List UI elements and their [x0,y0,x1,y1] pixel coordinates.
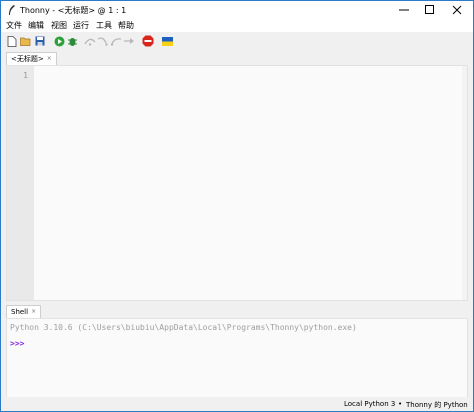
step-into-icon [97,37,108,46]
run-icon [54,36,64,46]
stop-icon [142,35,154,47]
new-file-icon [7,35,17,47]
status-bullet: • [398,400,403,408]
ukraine-flag-button[interactable] [161,35,173,47]
editor-tab[interactable]: <无标题> × [6,52,57,65]
shell-tab[interactable]: Shell × [6,305,42,318]
interpreter-status[interactable]: Local Python 3 [344,400,395,408]
open-file-button[interactable] [20,35,32,47]
shell-banner: Python 3.10.6 (C:\Users\biubiu\AppData\L… [10,323,357,332]
thonny-window: Thonny - <无标题> @ 1 : 1 文件 编辑 视图 运行 工具 帮助 [1,1,473,411]
shell-prompt: >>> [10,339,25,348]
toolbar [1,32,473,50]
save-icon [35,36,45,46]
line-number-gutter: 1 [7,66,34,300]
shell-tab-label: Shell [11,308,29,316]
shell-console[interactable]: Python 3.10.6 (C:\Users\biubiu\AppData\L… [6,318,468,398]
new-file-button[interactable] [6,35,18,47]
resume-button[interactable] [123,35,135,47]
code-editor[interactable]: 1 [6,65,468,301]
menu-help[interactable]: 帮助 [118,20,134,31]
thonny-feather-icon [9,5,15,15]
editor-tab-bar: <无标题> × [1,50,473,65]
maximize-button[interactable] [417,1,443,19]
line-number: 1 [23,71,28,80]
stop-button[interactable] [142,35,154,47]
menu-bar: 文件 编辑 视图 运行 工具 帮助 [1,19,473,32]
debug-icon [67,37,77,46]
close-icon [452,5,462,15]
window-title: Thonny - <无标题> @ 1 : 1 [20,6,127,15]
menu-run[interactable]: 运行 [73,20,89,31]
status-bar: Local Python 3 • Thonny 的 Python [1,397,473,411]
resume-icon [124,38,134,44]
ukraine-flag-icon [161,36,173,46]
step-out-icon [110,38,122,46]
step-over-icon [84,38,96,46]
step-into-button[interactable] [97,35,109,47]
title-bar[interactable]: Thonny - <无标题> @ 1 : 1 [1,1,473,19]
python-variant-status[interactable]: Thonny 的 Python [406,400,468,410]
save-button[interactable] [34,35,46,47]
editor-tab-label: <无标题> [11,55,44,63]
editor-scrollbar[interactable] [462,66,467,300]
open-file-icon [20,37,31,46]
menu-edit[interactable]: 编辑 [28,20,44,31]
shell-tab-bar: Shell × [1,303,473,318]
run-button[interactable] [53,35,65,47]
close-button[interactable] [444,1,470,19]
editor-tab-close-icon[interactable]: × [47,53,52,65]
debug-button[interactable] [66,35,78,47]
step-over-button[interactable] [84,35,96,47]
minimize-icon [399,9,409,11]
maximize-icon [425,5,434,14]
step-out-button[interactable] [110,35,122,47]
minimize-button[interactable] [391,1,417,19]
menu-tools[interactable]: 工具 [96,20,112,31]
menu-file[interactable]: 文件 [6,20,22,31]
shell-tab-close-icon[interactable]: × [31,306,36,318]
menu-view[interactable]: 视图 [51,20,67,31]
